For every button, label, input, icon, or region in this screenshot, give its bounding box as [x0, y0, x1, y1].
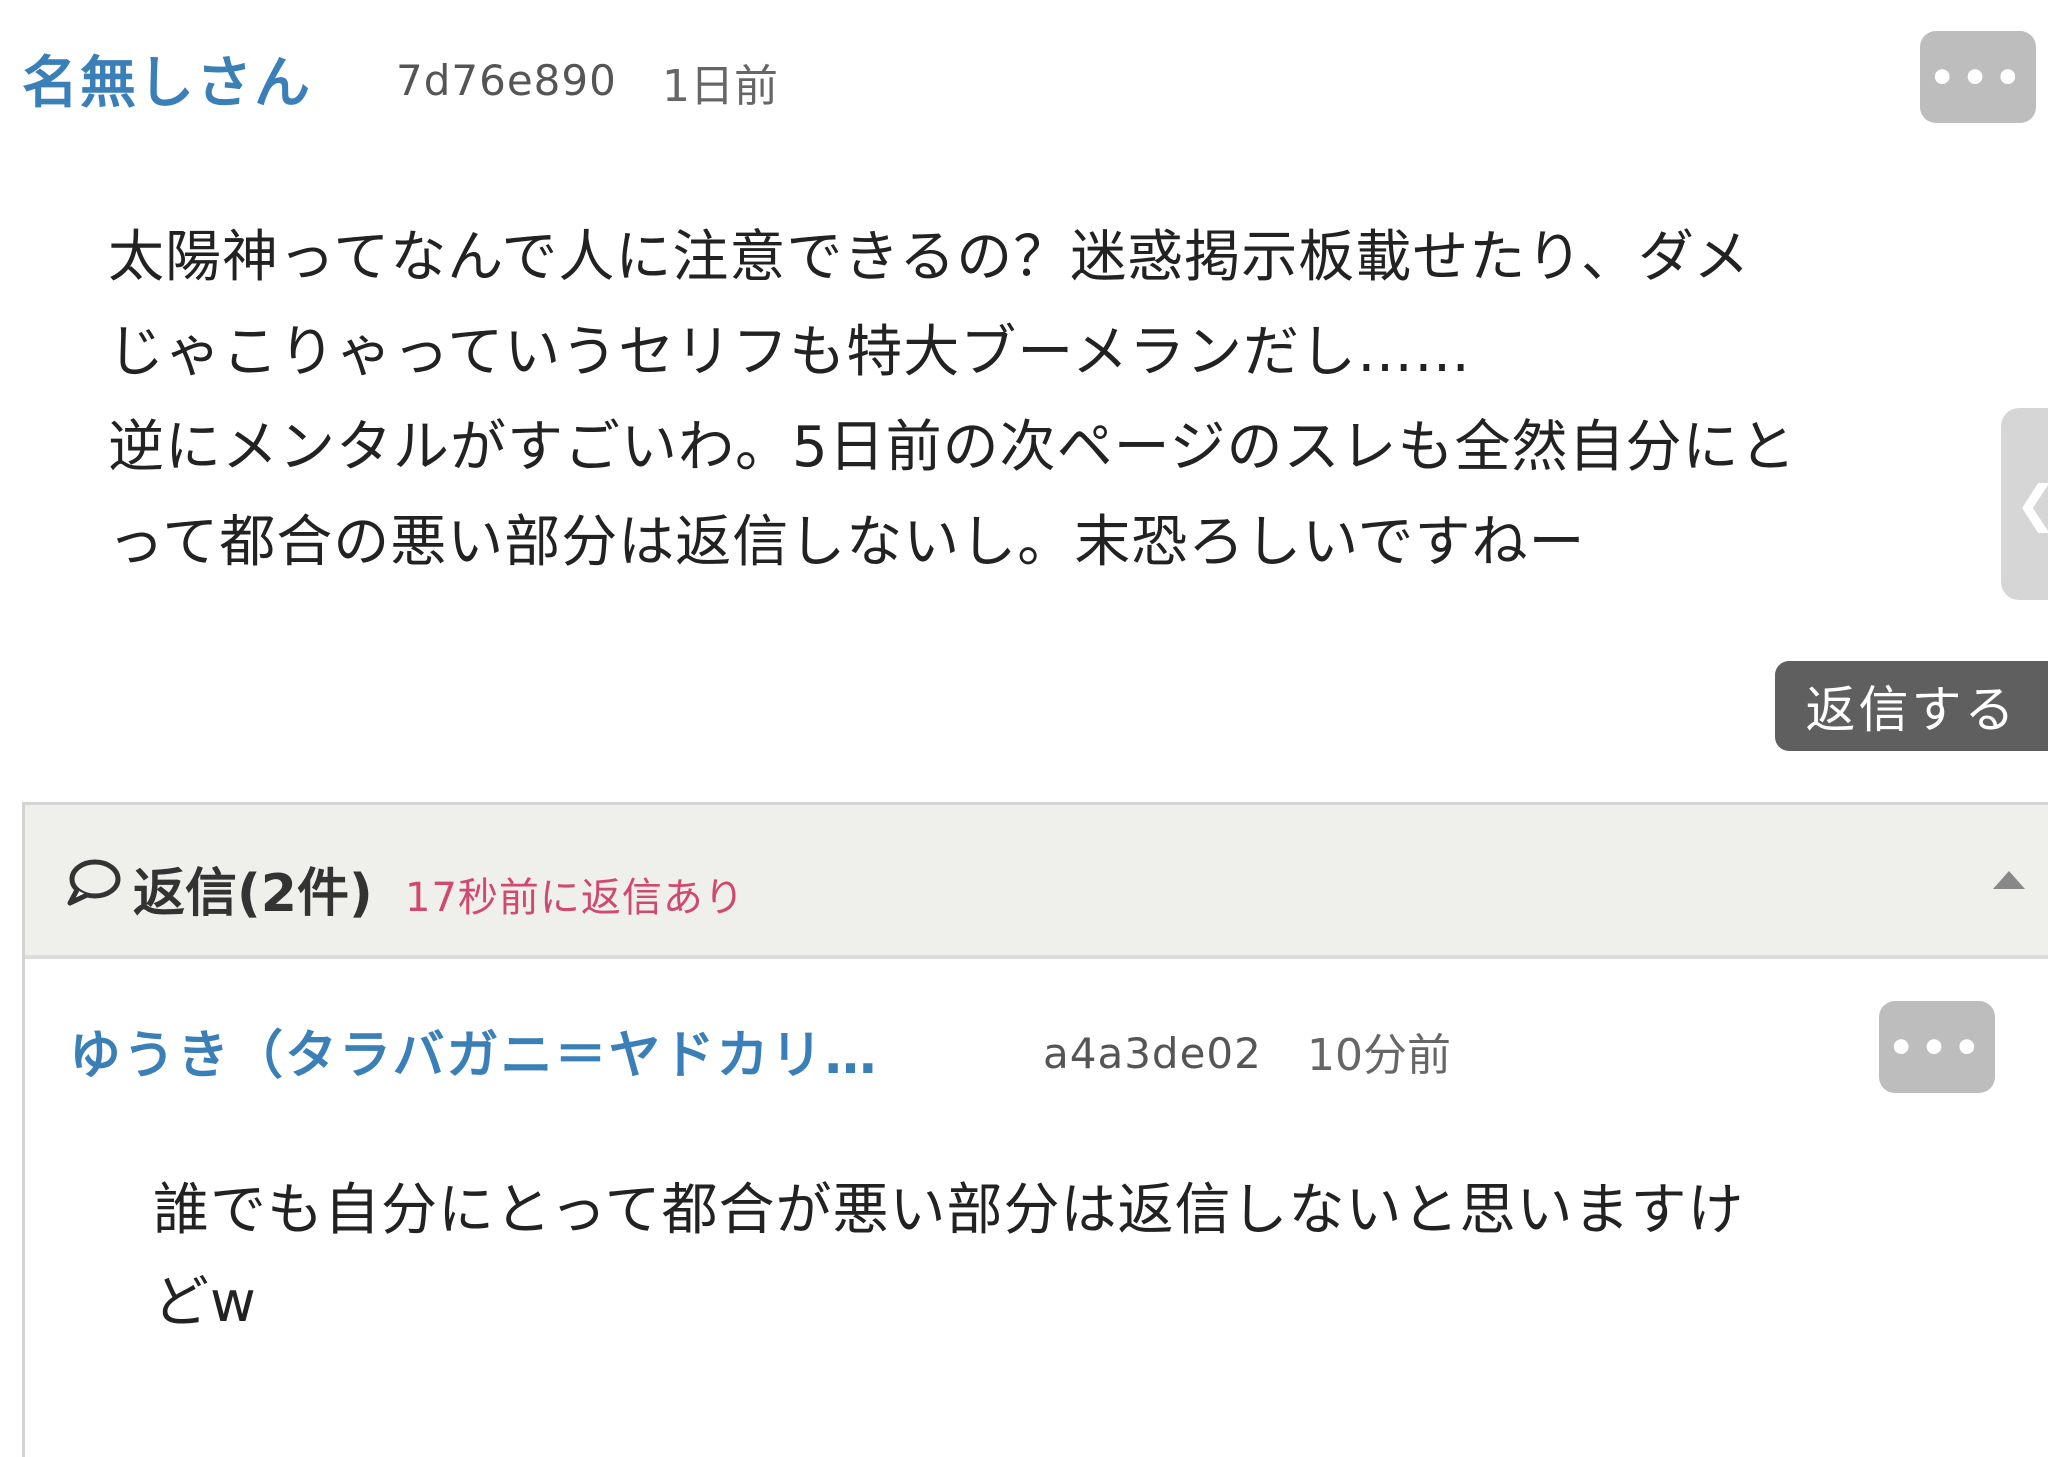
more-dots-icon: ••• — [1928, 52, 2028, 102]
replies-count-title: 返信(2件) — [133, 864, 373, 924]
post-body-line: 逆にメンタルがすごいわ。5日前の次ページのスレも全然自分にと — [108, 415, 1797, 480]
post-header: 名無しさん 7d76e890 1日前 ••• — [0, 0, 2048, 150]
post-body: 太陽神ってなんで人に注意できるの？迷惑掲示板載せたり、ダメ じゃこりゃっていうセ… — [108, 210, 1988, 590]
reply-timestamp: 10分前 — [1307, 1030, 1451, 1081]
reply-button[interactable]: 返信する — [1775, 661, 2048, 751]
side-drawer-tab[interactable]: ❮ — [2001, 408, 2048, 600]
post-author[interactable]: 名無しさん — [22, 38, 312, 119]
caret-up-icon[interactable] — [1993, 871, 2025, 889]
post-id: 7d76e890 — [396, 56, 617, 105]
post-body-line: じゃこりゃっていうセリフも特大ブーメランだし…… — [108, 320, 1471, 385]
chevron-left-icon: ❮ — [2015, 475, 2048, 533]
post-body-line: 太陽神ってなんで人に注意できるの？迷惑掲示板載せたり、ダメ — [108, 225, 1751, 290]
reply-body-line: 誰でも自分にとって都合が悪い部分は返信しないと思いますけ — [153, 1178, 1745, 1243]
reply-body: 誰でも自分にとって都合が悪い部分は返信しないと思いますけ どw — [153, 1165, 1973, 1349]
reply-id: a4a3de02 — [1043, 1029, 1262, 1078]
reply-more-button[interactable]: ••• — [1879, 1001, 1995, 1093]
replies-latest-status: 17秒前に返信あり — [405, 875, 745, 921]
speech-bubble-icon — [65, 857, 121, 911]
more-dots-icon: ••• — [1887, 1022, 1987, 1072]
replies-panel: 返信(2件) 17秒前に返信あり ゆうき（タラバガニ＝ヤドカリ… a4a3de0… — [22, 802, 2048, 1457]
reply-author[interactable]: ゆうき（タラバガニ＝ヤドカリ… — [69, 1013, 878, 1088]
replies-header[interactable]: 返信(2件) 17秒前に返信あり — [25, 805, 2048, 959]
post-timestamp: 1日前 — [662, 61, 778, 112]
post-more-button[interactable]: ••• — [1920, 31, 2036, 123]
reply-body-line: どw — [153, 1270, 257, 1335]
post-body-line: って都合の悪い部分は返信しないし。末恐ろしいですねー — [108, 510, 1586, 575]
